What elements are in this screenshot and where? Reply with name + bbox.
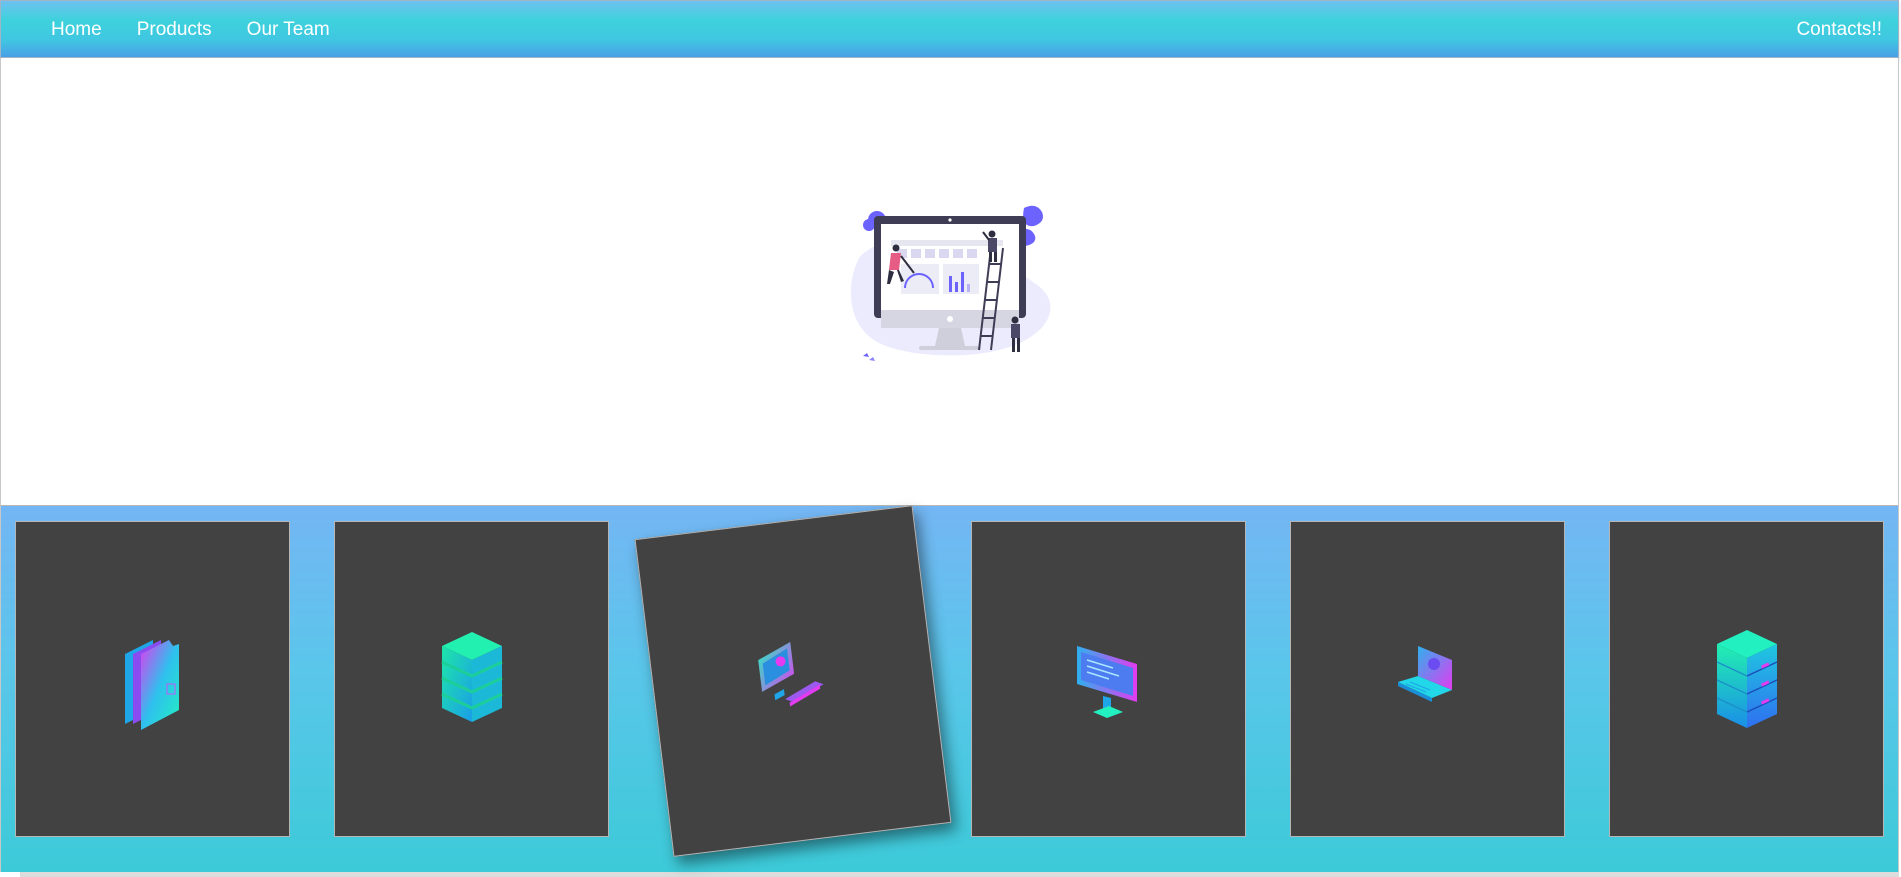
laptop-icon bbox=[1397, 646, 1452, 702]
nav-link-contacts[interactable]: Contacts!! bbox=[1796, 19, 1882, 41]
folders-icon bbox=[124, 640, 179, 730]
page: Home Products Our Team Contacts!! bbox=[0, 0, 1901, 877]
server-rack-icon bbox=[1716, 630, 1777, 728]
dashboard-team-illustration bbox=[850, 205, 1051, 361]
product-card-monitor[interactable] bbox=[971, 521, 1246, 837]
nav-link-products[interactable]: Products bbox=[137, 19, 212, 41]
product-card-workstation[interactable] bbox=[634, 505, 952, 857]
product-card-laptop[interactable] bbox=[1290, 521, 1565, 837]
top-navbar: Home Products Our Team Contacts!! bbox=[0, 0, 1899, 58]
nav-links: Home Products Our Team bbox=[51, 1, 365, 59]
product-card-database[interactable] bbox=[334, 521, 609, 837]
nav-link-home[interactable]: Home bbox=[51, 19, 102, 41]
products-strip bbox=[0, 505, 1899, 872]
nav-right: Contacts!! bbox=[1796, 1, 1882, 59]
desktop-workstation-icon bbox=[758, 642, 824, 707]
product-card-server[interactable] bbox=[1609, 521, 1884, 837]
page-bottom-edge bbox=[20, 872, 1899, 877]
product-card-folders[interactable] bbox=[15, 521, 290, 837]
database-stack-icon bbox=[440, 632, 503, 722]
nav-link-our-team[interactable]: Our Team bbox=[247, 19, 330, 41]
monitor-icon bbox=[1076, 646, 1137, 718]
hero-section bbox=[0, 58, 1899, 506]
